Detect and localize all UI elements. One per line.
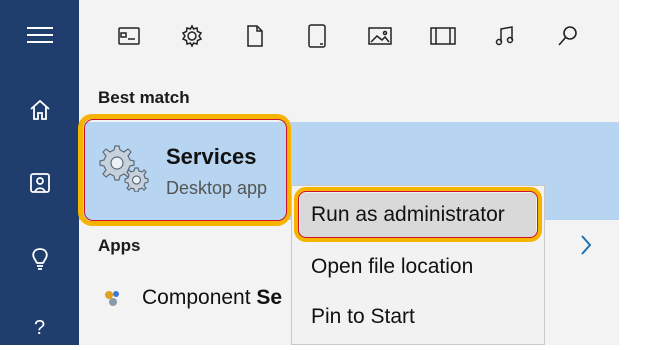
lightbulb-icon[interactable] [0, 238, 79, 282]
best-match-heading: Best match [98, 88, 190, 107]
context-pin-to-start[interactable]: Pin to Start [311, 305, 415, 329]
app-window-icon[interactable] [113, 20, 145, 52]
video-icon[interactable] [427, 20, 459, 52]
home-icon[interactable] [0, 88, 79, 132]
menu-icon[interactable] [0, 13, 79, 57]
apps-item-bold: Se [256, 286, 283, 309]
filter-toolbar [79, 0, 619, 70]
best-match-outline [84, 119, 287, 221]
apps-list-item[interactable]: Component Se [142, 286, 282, 310]
collections-icon[interactable] [0, 161, 79, 205]
help-icon[interactable]: ? [0, 306, 79, 350]
run-as-admin-outline [298, 191, 538, 238]
search-icon[interactable] [552, 20, 584, 52]
photo-icon[interactable] [364, 20, 396, 52]
component-services-icon [102, 287, 124, 309]
music-icon[interactable] [489, 20, 521, 52]
apps-heading: Apps [98, 236, 141, 255]
document-icon[interactable] [239, 20, 271, 52]
context-open-file-location[interactable]: Open file location [311, 255, 473, 279]
gear-icon[interactable] [176, 20, 208, 52]
apps-item-prefix: Component [142, 286, 257, 309]
chevron-right-icon[interactable] [576, 230, 596, 260]
tablet-icon[interactable] [301, 20, 333, 52]
start-sidebar: ? [0, 0, 79, 345]
